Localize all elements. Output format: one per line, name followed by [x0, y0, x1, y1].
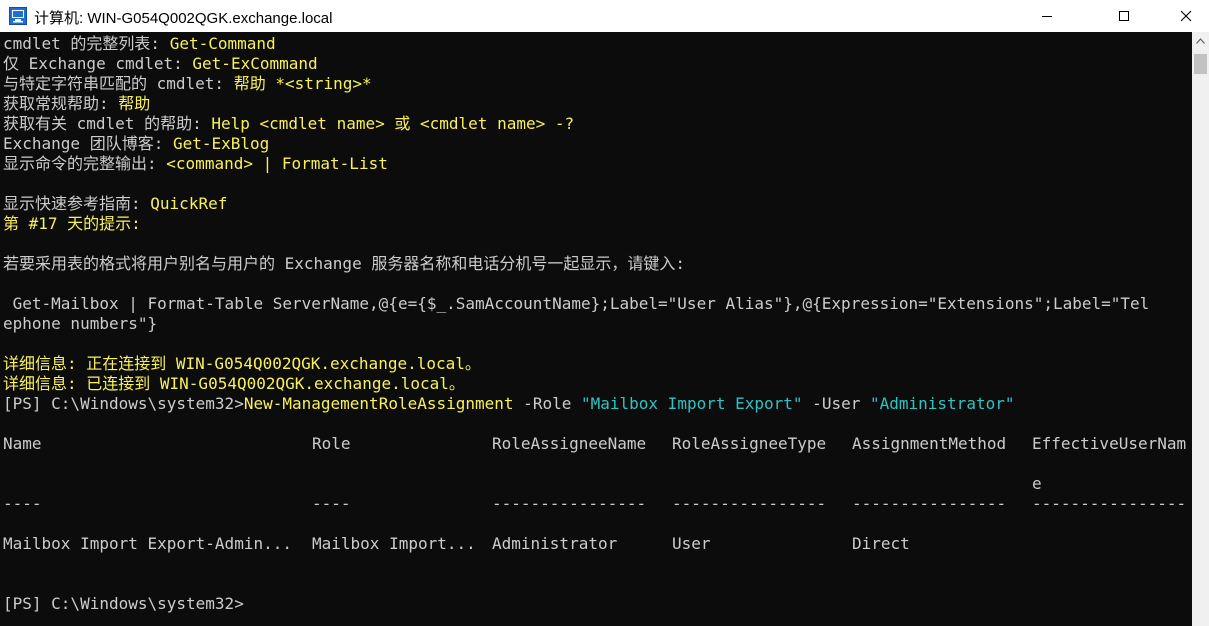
scrollbar-thumb[interactable] [1194, 54, 1207, 74]
help-line: Exchange 团队博客: Get-ExBlog [3, 134, 270, 153]
table-divider: ---------------- [852, 494, 1007, 513]
console-output[interactable]: cmdlet 的完整列表: Get-Command 仅 Exchange cmd… [0, 32, 1192, 626]
vertical-scrollbar[interactable] [1192, 32, 1209, 626]
table-header-assignment-method: AssignmentMethod [852, 434, 1007, 453]
table-divider: ---- [312, 494, 351, 513]
title-bar: 计算机: WIN-G054Q002QGK.exchange.local [0, 0, 1209, 32]
table-divider: ---------------- [1032, 494, 1187, 513]
table-header-effective-user-name: EffectiveUserNam [1032, 434, 1187, 453]
help-line: 获取有关 cmdlet 的帮助: Help <cmdlet name> 或 <c… [3, 114, 575, 133]
table-divider: ---------------- [492, 494, 647, 513]
quickref-line: 显示快速参考指南: QuickRef [3, 194, 228, 213]
maximize-button[interactable] [1101, 0, 1147, 32]
table-cell-assignment-method: Direct [852, 534, 910, 553]
table-header-role-assignee-type: RoleAssigneeType [672, 434, 827, 453]
help-line: cmdlet 的完整列表: Get-Command [3, 34, 276, 53]
chevron-up-icon [1196, 37, 1205, 44]
close-icon [1180, 10, 1192, 22]
tip-command-wrap: ephone numbers"} [3, 314, 158, 333]
command-line: [PS] C:\Windows\system32>New-ManagementR… [3, 394, 1015, 413]
final-prompt[interactable]: [PS] C:\Windows\system32> [3, 594, 244, 614]
help-line: 与特定字符串匹配的 cmdlet: 帮助 *<string>* [3, 74, 372, 93]
table-header-role: Role [312, 434, 351, 453]
help-line: 获取常规帮助: 帮助 [3, 94, 151, 113]
tip-command: Get-Mailbox | Format-Table ServerName,@{… [3, 294, 1150, 313]
app-icon [9, 7, 27, 25]
tip-heading: 第 #17 天的提示: [3, 214, 141, 233]
verbose-line: 详细信息: 已连接到 WIN-G054Q002QGK.exchange.loca… [3, 374, 465, 393]
table-header-wrap: e [1032, 474, 1042, 493]
table-cell-assignee-name: Administrator [492, 534, 618, 553]
help-line: 显示命令的完整输出: <command> | Format-List [3, 154, 388, 173]
scroll-up-button[interactable] [1192, 32, 1209, 49]
table-cell-role: Mailbox Import... [312, 534, 476, 553]
tip-text: 若要采用表的格式将用户别名与用户的 Exchange 服务器名称和电话分机号一起… [3, 254, 685, 273]
table-header-role-assignee-name: RoleAssigneeName [492, 434, 647, 453]
table-divider: ---- [3, 494, 42, 513]
verbose-line: 详细信息: 正在连接到 WIN-G054Q002QGK.exchange.loc… [3, 354, 481, 373]
table-cell-assignee-type: User [672, 534, 711, 553]
table-divider: ---------------- [672, 494, 827, 513]
minimize-button[interactable] [1024, 0, 1070, 32]
window-title: 计算机: WIN-G054Q002QGK.exchange.local [34, 10, 333, 27]
table-header-name: Name [3, 434, 42, 453]
minimize-icon [1042, 16, 1052, 17]
maximize-icon [1119, 11, 1129, 21]
help-line: 仅 Exchange cmdlet: Get-ExCommand [3, 54, 318, 73]
close-button[interactable] [1163, 0, 1209, 32]
table-cell-name: Mailbox Import Export-Admin... [3, 534, 292, 553]
